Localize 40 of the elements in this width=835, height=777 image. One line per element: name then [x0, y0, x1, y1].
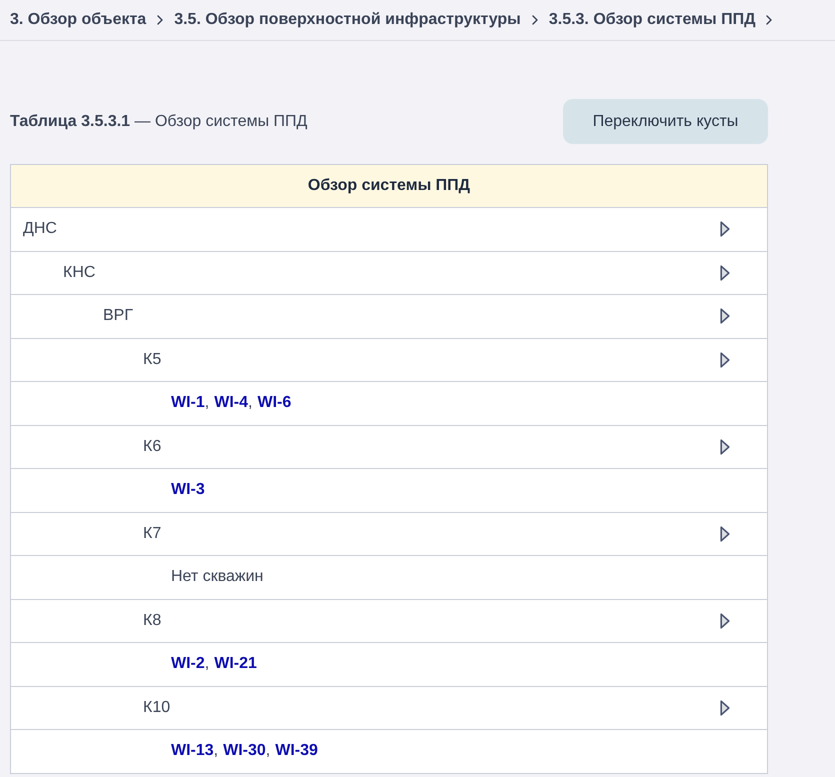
well-link[interactable]: WI-30 [223, 739, 266, 764]
no-wells-text: Нет скважин [171, 567, 264, 588]
tree-node-label: ДНС [23, 219, 58, 240]
triangle-right-icon[interactable] [720, 438, 730, 455]
comma-separator: , [214, 741, 218, 762]
breadcrumb-link[interactable]: 3.5. Обзор поверхностной инфраструктуры [174, 8, 521, 32]
comma-separator: , [204, 393, 210, 414]
triangle-right-icon[interactable] [720, 352, 730, 368]
well-link[interactable]: WI-13 [171, 739, 214, 764]
comma-separator: , [204, 654, 210, 674]
comma-separator: , [248, 393, 252, 414]
chevron-right-icon [532, 15, 538, 25]
tree-node-label: К6 [143, 436, 162, 457]
breadcrumb-link[interactable]: 3. Обзор объекта [10, 8, 146, 32]
triangle-right-icon[interactable] [720, 264, 730, 281]
tree-node-label: КНС [63, 262, 96, 283]
chevron-right-icon [157, 15, 164, 25]
tree-node-label: К7 [143, 524, 162, 544]
table-header: Обзор системы ППД [11, 165, 767, 208]
well-link[interactable]: WI-2 [171, 652, 205, 676]
toggle-button[interactable]: Переключить кусты [563, 99, 768, 144]
well-link[interactable]: WI-21 [214, 652, 257, 676]
well-link[interactable]: WI-39 [275, 739, 318, 764]
tree-node-label: К8 [143, 610, 162, 631]
well-link[interactable]: WI-4 [214, 391, 248, 416]
triangle-right-icon[interactable] [720, 700, 730, 716]
triangle-right-icon[interactable] [720, 221, 730, 238]
well-link[interactable]: WI-1 [171, 391, 205, 416]
tree-node-label: ВРГ [103, 306, 134, 326]
triangle-right-icon[interactable] [720, 526, 730, 542]
chevron-right-icon [766, 15, 772, 25]
comma-separator: , [266, 741, 270, 762]
tree-node-label: К10 [143, 698, 172, 718]
triangle-right-icon[interactable] [720, 308, 730, 324]
well-link[interactable]: WI-3 [171, 478, 205, 502]
table-caption: Таблица 3.5.3.1 — Обзор системы ППД [10, 112, 308, 132]
well-link[interactable]: WI-6 [257, 391, 292, 416]
triangle-right-icon[interactable] [720, 612, 730, 629]
breadcrumb-link[interactable]: 3.5.3. Обзор системы ППД [548, 8, 756, 32]
tree-node-label: К5 [143, 350, 162, 370]
